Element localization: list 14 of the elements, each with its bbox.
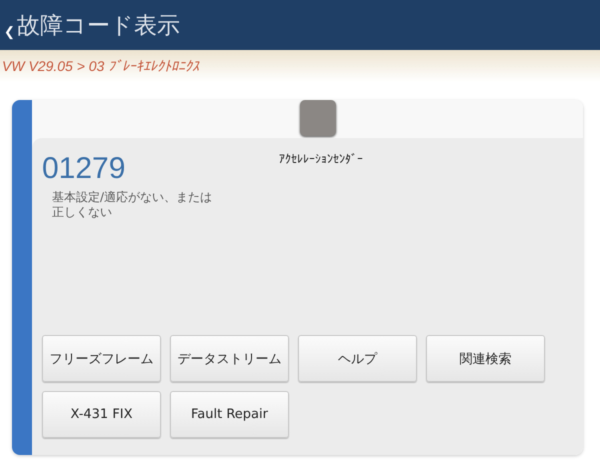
action-button[interactable]: データストリーム: [170, 335, 289, 382]
action-button[interactable]: ヘルプ: [298, 335, 417, 382]
back-icon[interactable]: ❮: [4, 24, 15, 40]
fault-code: 01279: [42, 152, 126, 186]
action-button[interactable]: 関連検索: [426, 335, 545, 382]
screen-title: 故障コード表示: [16, 12, 180, 40]
status-square-icon: [300, 100, 336, 136]
action-button[interactable]: Fault Repair: [170, 391, 289, 438]
breadcrumb: VW V29.05 > 03 ﾌﾞﾚｰｷｴﾚｸﾄﾛﾆｸｽ: [2, 58, 200, 74]
action-button[interactable]: フリーズフレーム: [42, 335, 161, 382]
action-button[interactable]: X-431 FIX: [42, 391, 161, 438]
component-name: ｱｸｾﾚﾚｰｼｮﾝｾﾝﾀﾞｰ: [279, 152, 363, 168]
fault-description: 基本設定/適応がない、または: [52, 190, 212, 205]
fault-description: 正しくない: [52, 205, 112, 220]
